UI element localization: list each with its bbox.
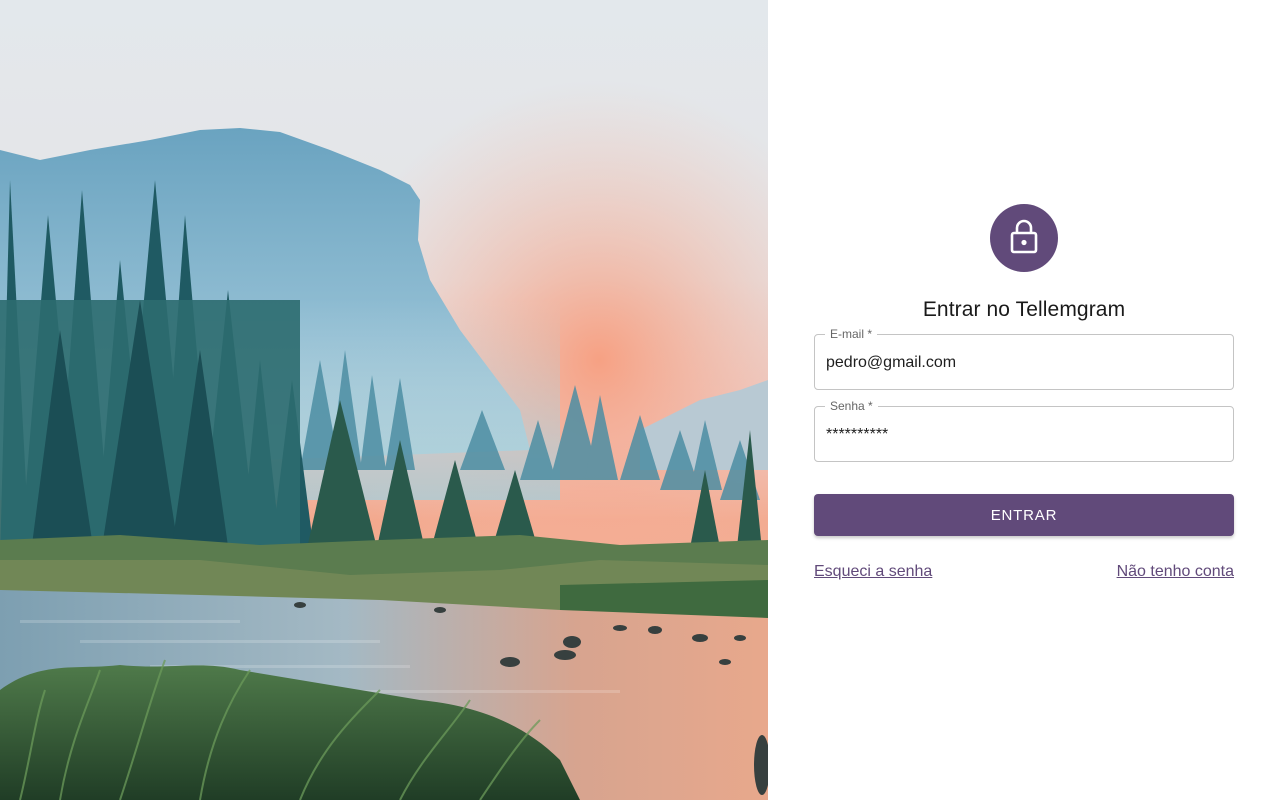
auth-links: Esqueci a senha Não tenho conta (814, 562, 1234, 582)
password-field[interactable]: Senha * ********** (814, 399, 1234, 462)
email-label: E-mail * (825, 327, 878, 341)
login-panel: Entrar no Tellemgram E-mail * pedro@gmai… (768, 0, 1280, 800)
landscape-illustration (0, 0, 768, 800)
forgot-password-link[interactable]: Esqueci a senha (814, 562, 932, 582)
email-value[interactable]: pedro@gmail.com (826, 353, 956, 373)
password-value[interactable]: ********** (826, 425, 888, 445)
password-label: Senha * (825, 399, 878, 413)
page-title: Entrar no Tellemgram (922, 298, 1126, 321)
hero-image (0, 0, 768, 800)
signup-link[interactable]: Não tenho conta (1117, 562, 1234, 582)
submit-button[interactable]: ENTRAR (814, 494, 1234, 536)
login-page: Entrar no Tellemgram E-mail * pedro@gmai… (0, 0, 1280, 800)
email-field[interactable]: E-mail * pedro@gmail.com (814, 327, 1234, 390)
login-form: Entrar no Tellemgram E-mail * pedro@gmai… (814, 204, 1234, 582)
lock-icon (1009, 218, 1039, 259)
lock-avatar (990, 204, 1058, 272)
